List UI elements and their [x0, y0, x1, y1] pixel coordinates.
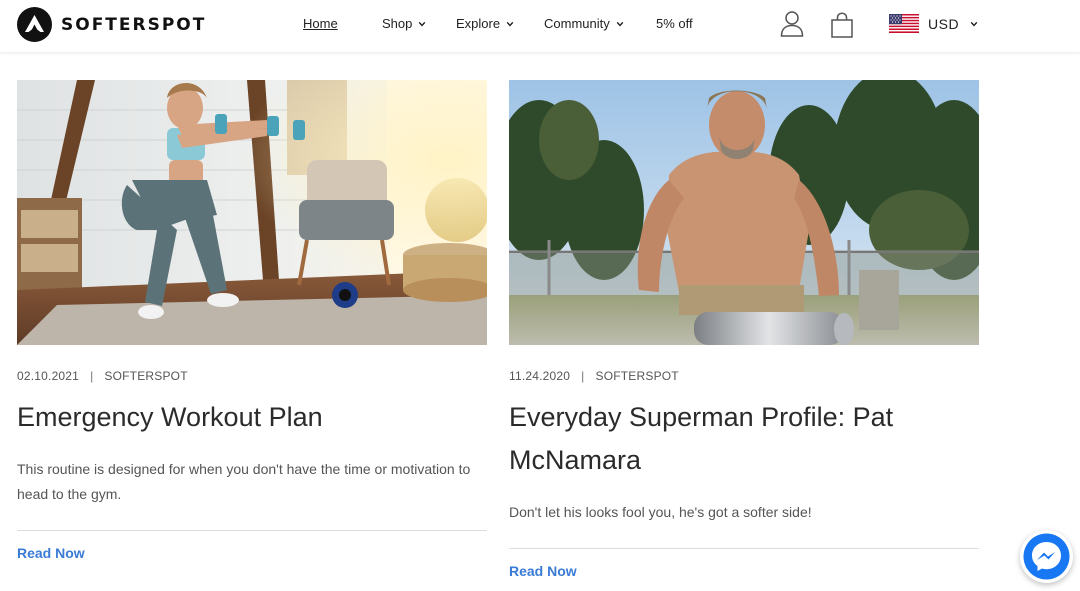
- nav-shop-label: Shop: [382, 16, 413, 31]
- divider: [509, 548, 979, 549]
- messenger-chat-button[interactable]: [1020, 530, 1073, 583]
- currency-selector[interactable]: USD: [889, 14, 978, 33]
- post-excerpt: Don't let his looks fool you, he's got a…: [509, 504, 812, 520]
- post-meta: 11.24.2020 | SOFTERSPOT: [509, 369, 979, 383]
- chevron-down-icon: [970, 21, 978, 27]
- chevron-down-icon: [506, 21, 514, 27]
- nav-explore-menu[interactable]: Explore: [456, 16, 514, 31]
- post-date: 02.10.2021: [17, 369, 80, 383]
- currency-label: USD: [928, 15, 960, 32]
- read-now-link[interactable]: Read Now: [509, 563, 577, 579]
- triangle-logo-icon: [17, 7, 52, 42]
- user-icon[interactable]: [780, 11, 804, 37]
- chevron-down-icon: [616, 21, 624, 27]
- post-author[interactable]: SOFTERSPOT: [104, 369, 187, 383]
- post-title[interactable]: Everyday Superman Profile: Pat McNamara: [509, 396, 979, 482]
- post-author[interactable]: SOFTERSPOT: [596, 369, 679, 383]
- blog-card: 11.24.2020 | SOFTERSPOT Everyday Superma…: [509, 80, 979, 581]
- nav-home-link[interactable]: Home: [303, 16, 338, 31]
- post-excerpt: This routine is designed for when you do…: [17, 461, 471, 502]
- shopping-bag-icon[interactable]: [831, 12, 853, 38]
- shirtless-man-lifting-keg-photo[interactable]: [509, 80, 979, 345]
- post-meta: 02.10.2021 | SOFTERSPOT: [17, 369, 487, 383]
- chevron-down-icon: [419, 21, 426, 27]
- blog-card: 02.10.2021 | SOFTERSPOT Emergency Workou…: [17, 80, 487, 563]
- divider: [17, 530, 487, 531]
- us-flag-icon: [889, 14, 919, 33]
- nav-explore-label: Explore: [456, 16, 501, 31]
- brand-name: SOFTERSPOT: [61, 14, 207, 35]
- post-title[interactable]: Emergency Workout Plan: [17, 396, 487, 439]
- messenger-icon: [1023, 533, 1070, 580]
- meta-separator: |: [581, 369, 585, 383]
- nav-shop-menu[interactable]: Shop: [382, 16, 426, 31]
- site-header: SOFTERSPOT Home Shop Explore Community 5…: [0, 0, 1080, 52]
- woman-squatting-with-dumbbells-photo[interactable]: [17, 80, 487, 345]
- site-logo[interactable]: SOFTERSPOT: [17, 7, 206, 42]
- nav-community-label: Community: [544, 16, 610, 31]
- nav-community-menu[interactable]: Community: [544, 16, 624, 31]
- nav-promo-link[interactable]: 5% off: [656, 16, 693, 31]
- post-date: 11.24.2020: [509, 369, 571, 383]
- read-now-link[interactable]: Read Now: [17, 545, 85, 561]
- meta-separator: |: [90, 369, 94, 383]
